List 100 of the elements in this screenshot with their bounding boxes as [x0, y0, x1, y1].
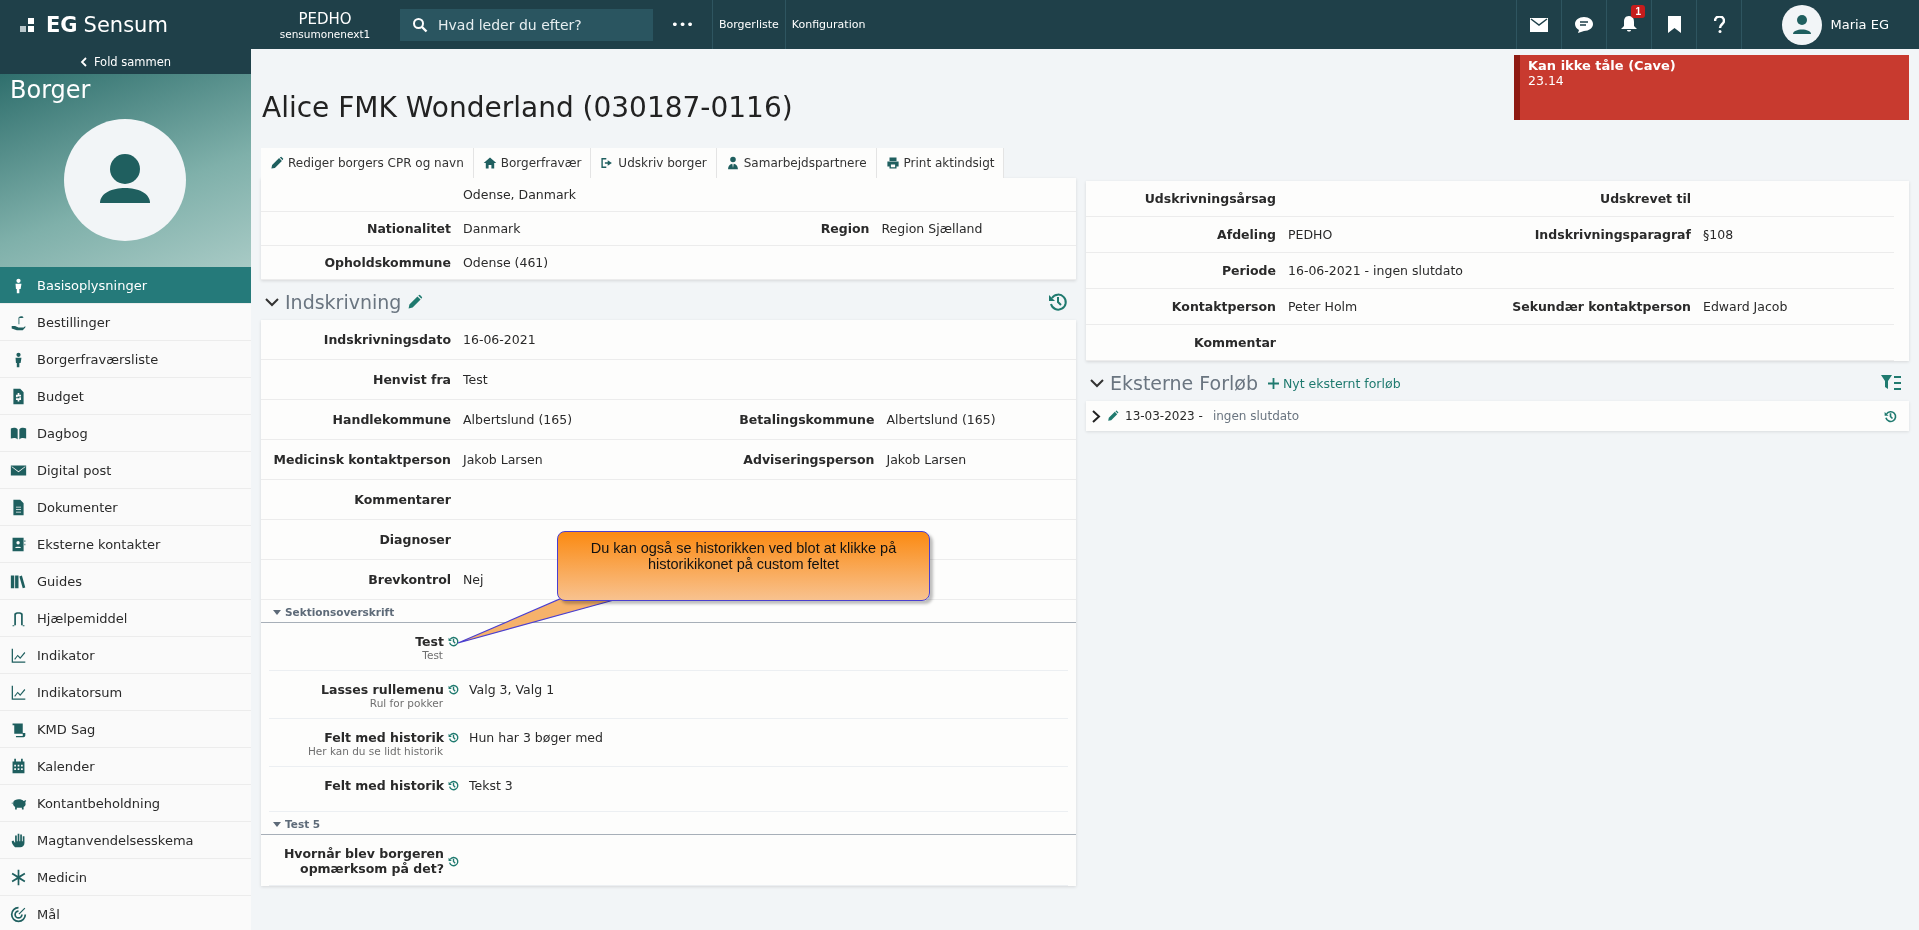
field-label: Kommentarer [353, 492, 451, 507]
filter-list-icon[interactable] [1881, 375, 1901, 391]
line-chart-icon [10, 683, 27, 701]
field-hint: Rul for pokker [369, 697, 444, 709]
plus-icon [1267, 377, 1279, 389]
field-label: Betalingskommune [738, 412, 875, 427]
field-value: Odense (461) [463, 255, 550, 270]
pencil-icon[interactable] [407, 294, 424, 310]
chevron-down-icon[interactable] [265, 297, 279, 307]
sidebar-item[interactable]: Digital post [0, 452, 251, 489]
sidebar-item[interactable]: Bestillinger [0, 304, 251, 341]
user-name[interactable]: Maria EG [1830, 17, 1889, 32]
sidebar-item[interactable]: Eksterne kontakter [0, 526, 251, 563]
field-value: 16-06-2021 - ingen slutdato [1288, 263, 1463, 278]
search-icon [412, 17, 428, 33]
field-value: Jakob Larsen [463, 452, 543, 467]
field-label: Kommentar [1192, 335, 1276, 350]
field-value: Peter Holm [1288, 299, 1358, 314]
sidebar-item[interactable]: Basisoplysninger [0, 267, 251, 304]
sidebar-item[interactable]: Hjælpemiddel [0, 600, 251, 637]
field-label: Afdeling [1216, 227, 1276, 242]
more-button[interactable]: ••• [653, 0, 712, 49]
printer-icon [885, 156, 900, 170]
notifications-button[interactable]: 1 [1606, 0, 1652, 49]
history-icon[interactable] [1048, 292, 1068, 312]
field-value: Hun har 3 bøger med [469, 730, 603, 745]
field-value: Test [463, 372, 488, 387]
sidebar-item[interactable]: Kalender [0, 748, 251, 785]
history-icon[interactable] [1884, 409, 1897, 423]
pencil-icon [270, 156, 284, 170]
search-field[interactable]: Hvad leder du efter? [400, 9, 653, 41]
organization-subtitle: sensumonenext1 [279, 27, 371, 40]
field-value: Nej [463, 572, 484, 587]
field-label: Indskrivningsdato [322, 332, 451, 347]
sidebar-item[interactable]: Indikator [0, 637, 251, 674]
hand-icon [10, 831, 27, 849]
line-chart-icon [10, 646, 27, 664]
field-value: Albertslund (165) [886, 412, 997, 427]
field-label: Nationalitet [366, 221, 451, 236]
field-label: Sekundær kontaktperson [1511, 299, 1691, 314]
caret-down-icon[interactable] [273, 821, 281, 827]
brand-logo-text: EG [46, 12, 78, 37]
pencil-icon[interactable] [1107, 410, 1119, 422]
chevron-right-icon[interactable] [1092, 409, 1101, 423]
hand-sprout-icon [10, 313, 27, 331]
sidebar-item[interactable]: KMD Sag [0, 711, 251, 748]
field-label: Periode [1220, 263, 1276, 278]
field-label: Test [415, 634, 444, 649]
nav-link[interactable]: Borgerliste [712, 0, 785, 49]
external-course-row[interactable]: 13-03-2023 - ingen slutdato [1086, 401, 1909, 431]
field-label: Region [819, 221, 870, 236]
collapse-button[interactable]: Fold sammen [0, 49, 251, 74]
sidebar-item[interactable]: Magtanvendelsesskema [0, 822, 251, 859]
sidebar-item[interactable]: Mål [0, 896, 251, 930]
alert-text: 23.14 [1528, 73, 1565, 88]
sidebar-item[interactable]: Kontantbeholdning [0, 785, 251, 822]
nav-link[interactable]: Konfiguration [784, 0, 872, 49]
field-label: Opholdskommune [324, 255, 451, 270]
chevron-left-icon [79, 56, 87, 67]
history-icon[interactable] [448, 732, 459, 743]
alert-title: Kan ikke tåle (Cave) [1528, 58, 1677, 73]
field-hint: Her kan du se lidt historik [307, 745, 444, 757]
history-icon[interactable] [448, 780, 459, 791]
sidebar-item[interactable]: Borgerfraværsliste [0, 341, 251, 378]
sidebar-item[interactable]: Indikatorsum [0, 674, 251, 711]
notification-count: 1 [1631, 5, 1646, 18]
end-date: ingen slutdato [1212, 409, 1300, 423]
field-value: Edward Jacob [1703, 299, 1788, 314]
contact-card-icon [10, 535, 27, 553]
sidebar-title: Borger [10, 76, 91, 104]
product-name: Sensum [83, 12, 168, 37]
callout-bubble: Du kan også se historikken ved blot at klikke på historikikonet på custom feltet [557, 531, 930, 601]
field-label: Udskrevet til [1599, 191, 1691, 206]
field-value: Tekst 3 [469, 778, 513, 793]
house-icon [482, 156, 497, 170]
field-label: Hvornår blev borgeren opmærksom på det? [282, 846, 444, 876]
sidebar-item[interactable]: Guides [0, 563, 251, 600]
field-value: Region Sjælland [881, 221, 984, 236]
field-value: §108 [1703, 227, 1734, 242]
sidebar-item[interactable]: Budget [0, 378, 251, 415]
chevron-down-icon[interactable] [1090, 378, 1104, 388]
section-title: Indskrivning [285, 291, 402, 313]
subsection-title: Sektionsoverskrift [285, 606, 395, 618]
sidebar-item[interactable]: Dokumenter [0, 489, 251, 526]
add-link[interactable]: Nyt eksternt forløb [1267, 375, 1401, 391]
history-icon[interactable] [448, 636, 459, 647]
caret-down-icon[interactable] [273, 609, 281, 615]
walker-icon [10, 609, 27, 627]
field-label: Indskrivningsparagraf [1533, 227, 1691, 242]
avatar-icon[interactable] [1782, 4, 1823, 45]
field-value: Odense, Danmark [463, 187, 577, 202]
field-label: Felt med historik [324, 778, 444, 793]
history-icon[interactable] [448, 855, 459, 867]
sidebar-item[interactable]: Dagbog [0, 415, 251, 452]
sidebar-item[interactable]: Medicin [0, 859, 251, 896]
field-value: Jakob Larsen [886, 452, 968, 467]
bookmark-icon [1667, 16, 1681, 33]
question-mark-icon [1713, 16, 1725, 33]
person-avatar-icon [64, 119, 186, 241]
history-icon[interactable] [448, 684, 459, 695]
